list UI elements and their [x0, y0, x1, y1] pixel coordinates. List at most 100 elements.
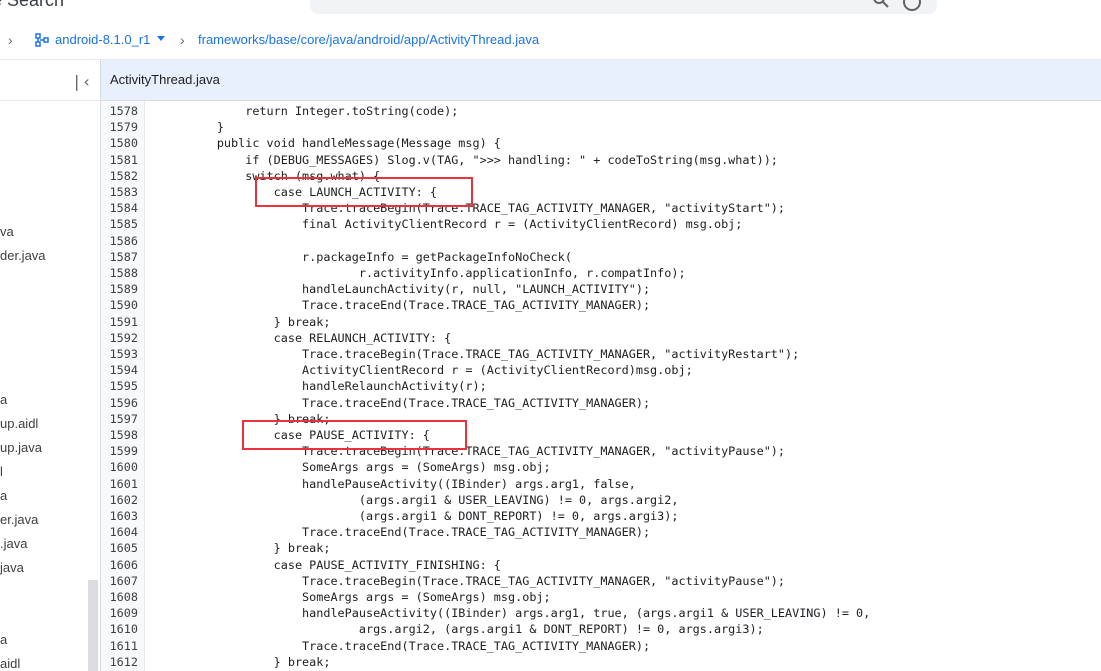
tree-item[interactable]: java [0, 560, 24, 575]
line-number[interactable]: 1607 [101, 573, 138, 589]
tree-item[interactable]: .java [0, 536, 27, 551]
file-path-link[interactable]: frameworks/base/core/java/android/app/Ac… [198, 32, 539, 47]
line-number[interactable]: 1597 [101, 411, 138, 427]
line-number[interactable]: 1580 [101, 135, 138, 151]
code-text: args.argi2, (args.argi1 & DONT_REPORT) !… [160, 622, 764, 637]
line-number[interactable]: 1604 [101, 524, 138, 540]
caret-down-icon[interactable] [157, 36, 165, 41]
line-number[interactable]: 1589 [101, 281, 138, 297]
code-line: 1593 Trace.traceBegin(Trace.TRACE_TAG_AC… [101, 346, 1101, 362]
code-text: } break; [160, 541, 331, 556]
line-number[interactable]: 1581 [101, 152, 138, 168]
line-number[interactable]: 1609 [101, 605, 138, 621]
tree-item[interactable]: up.java [0, 440, 42, 455]
app-title: de Search [0, 0, 65, 10]
top-bar: de Search [0, 0, 1101, 22]
line-number[interactable]: 1610 [101, 621, 138, 637]
code-text: case PAUSE_ACTIVITY_FINISHING: { [160, 557, 501, 572]
chevron-right-icon[interactable]: › [8, 32, 13, 48]
code-line: 1594 ActivityClientRecord r = (ActivityC… [101, 362, 1101, 378]
line-number[interactable]: 1594 [101, 362, 138, 378]
line-number[interactable]: 1611 [101, 638, 138, 654]
code-text: (args.argi1 & USER_LEAVING) != 0, args.a… [160, 492, 679, 507]
line-number[interactable]: 1603 [101, 508, 138, 524]
code-line: 1600 SomeArgs args = (SomeArgs) msg.obj; [101, 459, 1101, 475]
code-line: 1584 Trace.traceBegin(Trace.TRACE_TAG_AC… [101, 200, 1101, 216]
line-number[interactable]: 1587 [101, 249, 138, 265]
file-tab-bar: ActivityThread.java [101, 60, 1101, 101]
code-line: 1609 handlePauseActivity((IBinder) args.… [101, 605, 1101, 621]
line-number[interactable]: 1606 [101, 557, 138, 573]
tree-item[interactable]: aidl [0, 656, 20, 671]
line-number[interactable]: 1593 [101, 346, 138, 362]
code-line: 1611 Trace.traceEnd(Trace.TRACE_TAG_ACTI… [101, 638, 1101, 654]
branch-icon [35, 33, 49, 47]
tree-item[interactable]: der.java [0, 248, 46, 263]
breadcrumb: › android-8.1.0_r1 › frameworks/base/cor… [0, 21, 1101, 60]
line-number[interactable]: 1585 [101, 216, 138, 232]
code-text: Trace.traceEnd(Trace.TRACE_TAG_ACTIVITY_… [160, 525, 651, 540]
code-text: Trace.traceEnd(Trace.TRACE_TAG_ACTIVITY_… [160, 395, 651, 410]
code-text: if (DEBUG_MESSAGES) Slog.v(TAG, ">>> han… [160, 152, 778, 167]
code-text: (args.argi1 & DONT_REPORT) != 0, args.ar… [160, 509, 679, 523]
code-line: 1610 args.argi2, (args.argi1 & DONT_REPO… [101, 621, 1101, 637]
tree-item[interactable]: l [0, 464, 3, 479]
line-number[interactable]: 1578 [101, 103, 138, 119]
line-number[interactable]: 1608 [101, 589, 138, 605]
code-text: handlePauseActivity((IBinder) args.arg1,… [160, 606, 871, 621]
line-number[interactable]: 1600 [101, 459, 138, 475]
line-number[interactable]: 1591 [101, 314, 138, 330]
code-line: 1602 (args.argi1 & USER_LEAVING) != 0, a… [101, 492, 1101, 508]
line-number[interactable]: 1584 [101, 200, 138, 216]
code-line: 1578 return Integer.toString(code); [101, 103, 1101, 119]
code-line: 1589 handleLaunchActivity(r, null, "LAUN… [101, 281, 1101, 297]
highlight-box [255, 177, 473, 207]
tree-item[interactable]: up.aidl [0, 416, 38, 431]
line-number[interactable]: 1586 [101, 233, 138, 249]
code-line: 1612 } break; [101, 654, 1101, 670]
line-number[interactable]: 1601 [101, 476, 138, 492]
tree-item[interactable]: a [0, 632, 7, 647]
tree-item[interactable]: a [0, 392, 7, 407]
line-number[interactable]: 1605 [101, 540, 138, 556]
code-text: Trace.traceBegin(Trace.TRACE_TAG_ACTIVIT… [160, 347, 800, 361]
code-text: case RELAUNCH_ACTIVITY: { [160, 330, 452, 345]
code-line: 1601 handlePauseActivity((IBinder) args.… [101, 476, 1101, 492]
highlight-box [242, 420, 467, 450]
code-line: 1596 Trace.traceEnd(Trace.TRACE_TAG_ACTI… [101, 395, 1101, 411]
line-number[interactable]: 1588 [101, 265, 138, 281]
line-number[interactable]: 1582 [101, 168, 138, 184]
line-number[interactable]: 1599 [101, 443, 138, 459]
code-line: 1608 SomeArgs args = (SomeArgs) msg.obj; [101, 589, 1101, 605]
search-input[interactable] [310, 0, 937, 14]
branch-selector[interactable]: android-8.1.0_r1 [55, 32, 150, 47]
line-number[interactable]: 1590 [101, 297, 138, 313]
tree-item[interactable]: va [0, 224, 14, 239]
code-line: 1606 case PAUSE_ACTIVITY_FINISHING: { [101, 557, 1101, 573]
line-number[interactable]: 1592 [101, 330, 138, 346]
sidebar-scrollbar[interactable] [88, 580, 98, 671]
line-number[interactable]: 1583 [101, 184, 138, 200]
code-line: 1591 } break; [101, 314, 1101, 330]
line-number[interactable]: 1598 [101, 427, 138, 443]
code-text: return Integer.toString(code); [160, 104, 459, 118]
code-text: Trace.traceBegin(Trace.TRACE_TAG_ACTIVIT… [160, 573, 786, 588]
collapse-sidebar-icon[interactable]: ❘‹ [70, 72, 90, 91]
code-text: } [160, 120, 224, 135]
code-text: public void handleMessage(Message msg) { [160, 136, 501, 151]
line-number[interactable]: 1612 [101, 654, 138, 670]
code-line: 1592 case RELAUNCH_ACTIVITY: { [101, 330, 1101, 346]
code-line: 1590 Trace.traceEnd(Trace.TRACE_TAG_ACTI… [101, 297, 1101, 313]
file-tab[interactable]: ActivityThread.java [110, 72, 220, 87]
tree-item[interactable]: a [0, 488, 7, 503]
code-text: handlePauseActivity((IBinder) args.arg1,… [160, 476, 636, 491]
file-tree-sidebar: ❘‹ va der.java a up.aidl up.java l a er.… [0, 60, 101, 671]
line-number[interactable]: 1579 [101, 119, 138, 135]
code-line: 1604 Trace.traceEnd(Trace.TRACE_TAG_ACTI… [101, 524, 1101, 540]
line-number[interactable]: 1595 [101, 378, 138, 394]
code-text: } break; [160, 314, 331, 329]
tree-item[interactable]: er.java [0, 512, 38, 527]
line-number[interactable]: 1602 [101, 492, 138, 508]
search-icon[interactable] [872, 0, 890, 9]
line-number[interactable]: 1596 [101, 395, 138, 411]
